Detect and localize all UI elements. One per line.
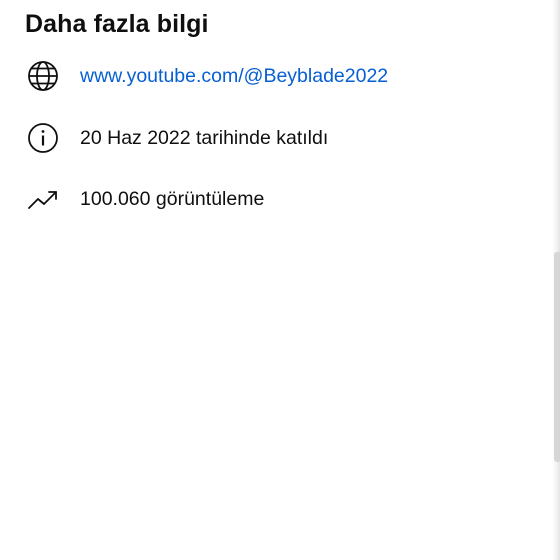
globe-icon (25, 58, 61, 94)
scroll-handle[interactable] (554, 252, 560, 462)
joined-date-text: 20 Haz 2022 tarihinde katıldı (80, 127, 329, 149)
channel-link-row[interactable]: www.youtube.com/@Beyblade2022 (0, 56, 540, 96)
section-title: Daha fazla bilgi (25, 10, 209, 38)
more-info-panel: Daha fazla bilgi www.youtube.com/@Beybla… (0, 0, 560, 560)
view-count-text: 100.060 görüntüleme (80, 188, 265, 210)
trending-up-icon (25, 181, 61, 217)
channel-url-link[interactable]: www.youtube.com/@Beyblade2022 (80, 56, 388, 96)
view-count-row: 100.060 görüntüleme (0, 179, 540, 219)
info-icon (25, 120, 61, 156)
joined-date-row: 20 Haz 2022 tarihinde katıldı (0, 118, 540, 158)
